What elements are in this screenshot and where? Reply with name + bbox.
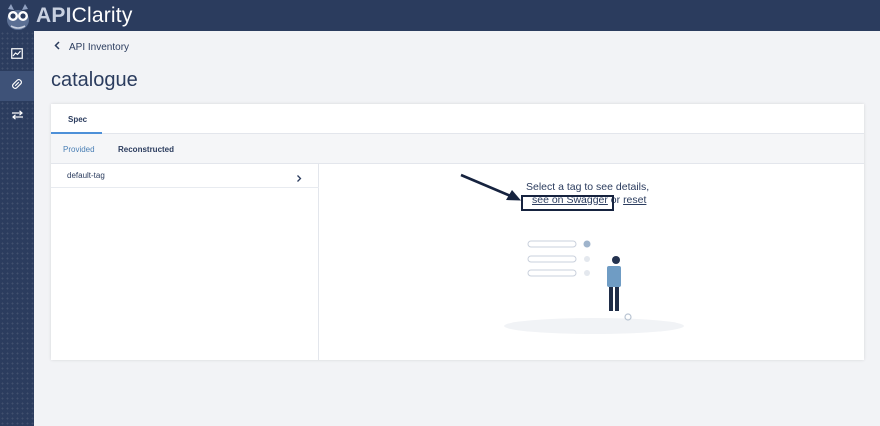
api-events-icon [11,107,24,125]
tag-row[interactable]: default-tag [51,164,319,188]
subtab-reconstructed[interactable]: Reconstructed [118,145,174,154]
page-title: catalogue [51,69,138,91]
tag-label: default-tag [67,171,105,180]
nav-item-api-events[interactable] [0,101,34,131]
app-logo[interactable]: APIClarity [2,0,133,31]
tab-bar: Spec [51,104,864,134]
tab-spec[interactable]: Spec [68,115,87,124]
api-inventory-icon [11,77,23,95]
breadcrumb-back-link[interactable]: API Inventory [69,42,129,53]
tag-details-panel: Select a tag to see details, see on Swag… [319,164,864,360]
chevron-right-icon [296,170,302,188]
chevron-left-icon[interactable] [54,41,60,53]
dashboard-icon [11,46,23,64]
main-content: API Inventory catalogue Spec Provided Re… [34,31,880,426]
subtab-bar: Provided Reconstructed [51,134,864,164]
breadcrumb[interactable]: API Inventory [54,41,129,53]
tags-list: default-tag [51,164,319,360]
side-nav [0,31,34,426]
app-logo-text: APIClarity [36,3,133,27]
subtab-provided[interactable]: Provided [63,145,95,154]
empty-state-illustration [504,240,684,334]
logo-mascot-icon [2,2,34,30]
spec-card: Spec Provided Reconstructed default-tag … [51,104,864,360]
nav-item-dashboard[interactable] [0,40,34,70]
nav-item-api-inventory[interactable] [0,71,34,101]
top-bar: APIClarity [0,0,880,31]
